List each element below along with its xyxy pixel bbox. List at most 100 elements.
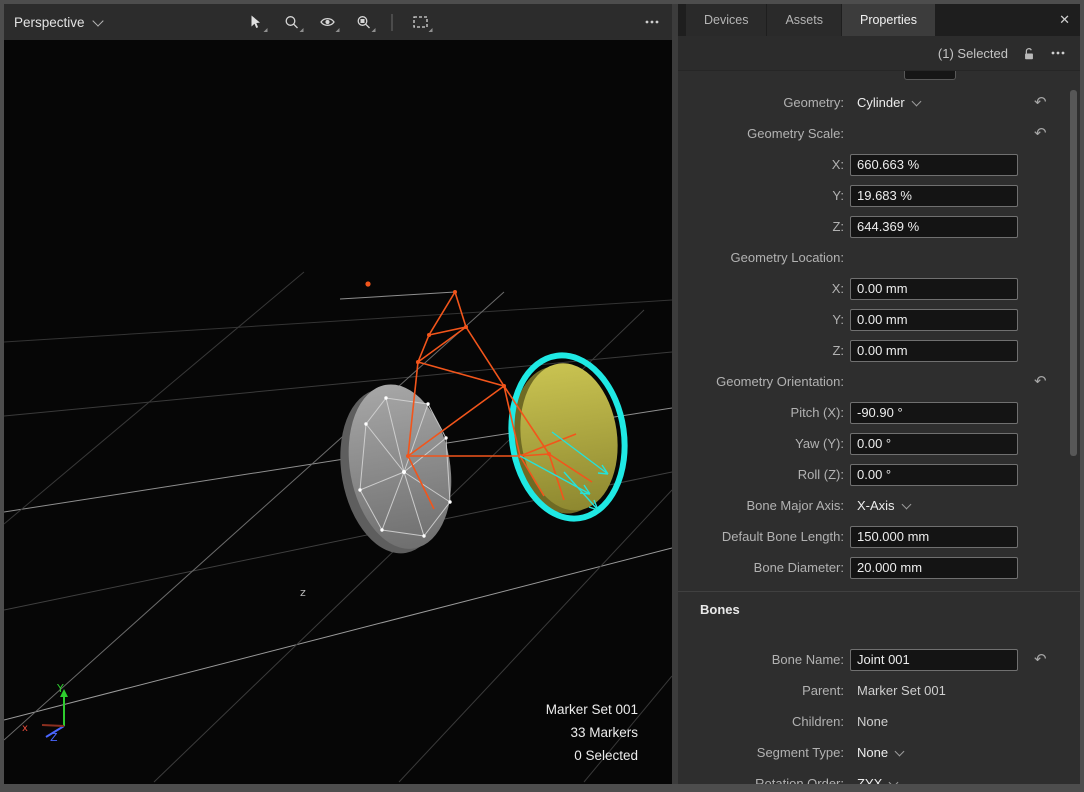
tab-properties[interactable]: Properties	[842, 4, 935, 36]
dropdown-value: Cylinder	[857, 95, 905, 110]
property-input[interactable]	[850, 216, 1018, 238]
property-value-cell: None	[850, 745, 1022, 760]
property-row: Geometry Scale: ↶	[678, 118, 1080, 149]
zoom-fit-tool-button[interactable]	[349, 9, 379, 35]
property-row: Y:	[678, 180, 1080, 211]
property-dropdown[interactable]: ZYX	[857, 776, 897, 784]
property-input[interactable]	[850, 433, 1018, 455]
property-row: Rotation Order:ZYX	[678, 768, 1080, 784]
magnifier-icon	[284, 14, 300, 30]
tab-devices[interactable]: Devices	[686, 4, 766, 36]
panel-more-button[interactable]	[1050, 45, 1066, 61]
reset-icon[interactable]: ↶	[1034, 374, 1047, 389]
dropdown-value: X-Axis	[857, 498, 895, 513]
clipped-control	[904, 71, 956, 80]
property-value-cell	[850, 216, 1022, 238]
unlock-icon[interactable]	[1022, 46, 1036, 61]
more-dots-icon	[1050, 45, 1066, 61]
skeleton-gray-link	[340, 292, 455, 299]
property-dropdown[interactable]: X-Axis	[857, 498, 910, 513]
dropdown-value: ZYX	[857, 776, 882, 784]
property-label: Y:	[678, 312, 850, 327]
property-value-cell	[850, 649, 1022, 671]
property-input[interactable]	[850, 402, 1018, 424]
reset-icon[interactable]: ↶	[1034, 126, 1047, 141]
property-input[interactable]	[850, 154, 1018, 176]
eye-icon	[320, 14, 336, 30]
viewport-more-button[interactable]	[644, 4, 660, 40]
camera-mode-dropdown[interactable]: Perspective	[14, 15, 102, 30]
dropdown-value: None	[857, 745, 888, 760]
property-label: Pitch (X):	[678, 405, 850, 420]
property-row: Bone Name: ↶	[678, 644, 1080, 675]
tab-assets[interactable]: Assets	[767, 4, 841, 36]
property-value-cell	[850, 402, 1022, 424]
property-label: Roll (Z):	[678, 467, 850, 482]
property-value-cell	[850, 464, 1022, 486]
property-label: Children:	[678, 714, 850, 729]
property-label: X:	[678, 157, 850, 172]
chevron-down-icon	[901, 500, 911, 510]
chevron-down-icon	[895, 747, 905, 757]
3d-viewport[interactable]: z	[4, 4, 672, 784]
visibility-tool-button[interactable]	[313, 9, 343, 35]
property-input[interactable]	[850, 185, 1018, 207]
property-row: Roll (Z):	[678, 459, 1080, 490]
zoom-tool-button[interactable]	[277, 9, 307, 35]
hud-marker-count: 33 Markers	[546, 721, 638, 744]
property-input[interactable]	[850, 340, 1018, 362]
property-input[interactable]	[850, 309, 1018, 331]
svg-text:x: x	[22, 723, 28, 734]
property-input[interactable]	[850, 649, 1018, 671]
property-input[interactable]	[850, 557, 1018, 579]
property-label: Geometry Orientation:	[678, 374, 850, 389]
viewport-tools	[241, 4, 436, 40]
property-value-cell: ZYX	[850, 776, 1022, 784]
svg-text:Y: Y	[56, 682, 64, 695]
property-input[interactable]	[850, 464, 1018, 486]
property-value-cell	[850, 154, 1022, 176]
application-window: z	[4, 4, 1080, 784]
property-label: Segment Type:	[678, 745, 850, 760]
marquee-select-button[interactable]	[406, 9, 436, 35]
camera-mode-label: Perspective	[14, 15, 85, 30]
property-row: Default Bone Length:	[678, 521, 1080, 552]
property-value-cell	[850, 433, 1022, 455]
property-value-cell	[850, 526, 1022, 548]
reset-icon[interactable]: ↶	[1034, 95, 1047, 110]
panel-tabbar: Devices Assets Properties ✕	[678, 4, 1080, 36]
property-value-cell: X-Axis	[850, 498, 1022, 513]
property-input[interactable]	[850, 526, 1018, 548]
property-dropdown[interactable]: Cylinder	[857, 95, 920, 110]
property-row: X:	[678, 273, 1080, 304]
property-row: Bone Major Axis:X-Axis	[678, 490, 1080, 521]
marquee-rect-icon	[413, 14, 429, 30]
property-row: Geometry:Cylinder↶	[678, 87, 1080, 118]
chevron-down-icon	[911, 97, 921, 107]
scene-canvas: z	[4, 4, 672, 784]
close-panel-button[interactable]: ✕	[1059, 4, 1070, 36]
scrollbar[interactable]	[1070, 90, 1077, 456]
property-row: Pitch (X):	[678, 397, 1080, 428]
property-label: Bone Diameter:	[678, 560, 850, 575]
property-static-value: None	[857, 714, 888, 729]
property-row: Parent:Marker Set 001	[678, 675, 1080, 706]
property-label: Geometry Scale:	[678, 126, 850, 141]
chevron-down-icon	[92, 15, 103, 26]
gray-disc-geometry	[327, 376, 464, 561]
toolbar-divider	[392, 14, 393, 31]
section-header: Bones	[678, 592, 1080, 628]
chevron-down-icon	[889, 778, 899, 784]
property-input[interactable]	[850, 278, 1018, 300]
property-dropdown[interactable]: None	[857, 745, 903, 760]
property-label: Y:	[678, 188, 850, 203]
property-value-cell	[850, 185, 1022, 207]
property-value-cell: Cylinder	[850, 95, 1022, 110]
property-label: Bone Name:	[678, 652, 850, 667]
reset-icon[interactable]: ↶	[1034, 652, 1047, 667]
select-arrow-icon	[248, 14, 264, 30]
property-label: Default Bone Length:	[678, 529, 850, 544]
property-row: Geometry Orientation: ↶	[678, 366, 1080, 397]
axis-gizmo: Y Z x	[22, 682, 68, 744]
select-tool-button[interactable]	[241, 9, 271, 35]
